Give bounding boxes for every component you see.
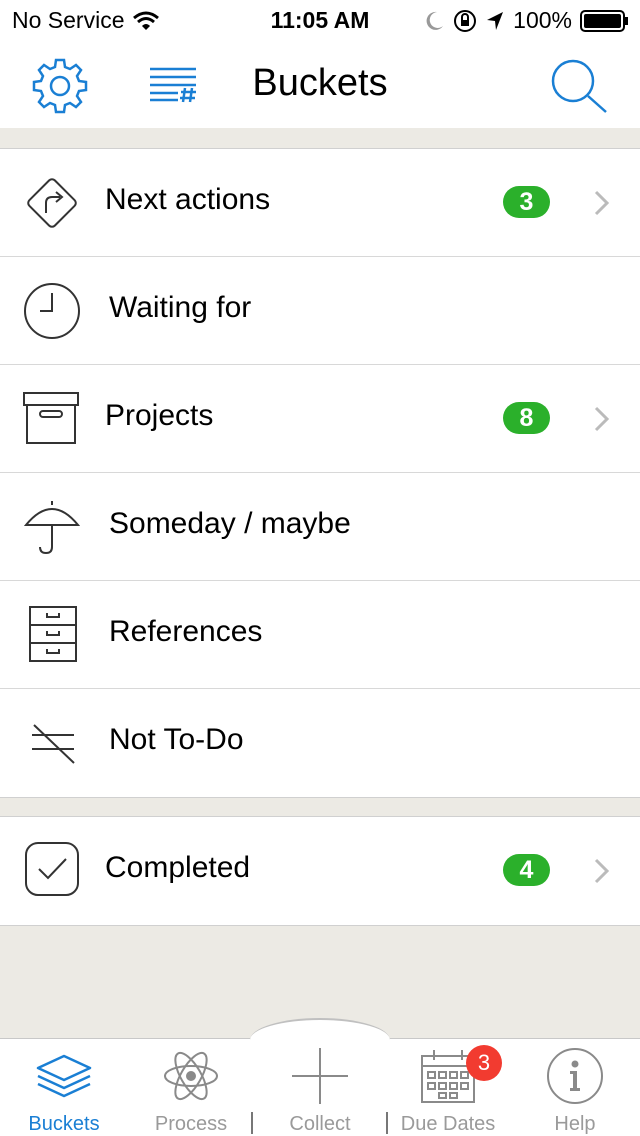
tab-label: Buckets (28, 1113, 100, 1135)
count-badge: 3 (503, 186, 550, 218)
search-button[interactable] (548, 56, 610, 123)
umbrella-icon (23, 501, 81, 555)
tab-collect[interactable]: Collect (256, 1040, 384, 1136)
tab-label: Help (554, 1113, 596, 1135)
bucket-label: Next actions (105, 183, 271, 216)
completed-section: Completed 4 (0, 816, 640, 926)
bucket-row-projects[interactable]: Projects 8 (0, 365, 640, 473)
search-icon (551, 59, 607, 113)
tab-help[interactable]: Help (511, 1040, 639, 1136)
battery-percent: 100% (513, 7, 572, 33)
info-icon (547, 1048, 603, 1104)
strikethrough-list-icon (32, 724, 75, 764)
stack-icon (36, 1054, 92, 1098)
page-title: Buckets (252, 62, 388, 104)
bucket-label: References (109, 615, 263, 648)
checkbox-icon (25, 842, 79, 896)
bucket-label: Waiting for (109, 291, 252, 324)
moon-icon (426, 11, 444, 30)
tab-buckets[interactable]: Buckets (0, 1040, 128, 1136)
due-dates-badge: 3 (466, 1045, 502, 1081)
bucket-label: Projects (105, 399, 214, 432)
count-badge: 8 (503, 402, 550, 434)
bucket-row-someday-maybe[interactable]: Someday / maybe (0, 473, 640, 581)
bucket-label: Someday / maybe (109, 507, 351, 540)
atom-icon (164, 1051, 218, 1101)
bucket-row-references[interactable]: References (0, 581, 640, 689)
tab-label: Process (154, 1113, 228, 1135)
tab-process[interactable]: Process (127, 1040, 255, 1136)
clock-icon (24, 283, 80, 339)
bucket-label: Not To-Do (109, 723, 244, 756)
bucket-row-not-to-do[interactable]: Not To-Do (0, 689, 640, 797)
plus-icon (292, 1048, 348, 1104)
bucket-row-next-actions[interactable]: Next actions 3 (0, 149, 640, 257)
bucket-row-completed[interactable]: Completed 4 (0, 817, 640, 925)
tab-label: Collect (289, 1113, 351, 1135)
file-cabinet-icon (29, 606, 77, 662)
chevron-right-icon (594, 190, 610, 216)
bucket-list: Next actions 3 Waiting for Projects 8 So… (0, 148, 640, 798)
location-icon (487, 11, 504, 30)
chevron-right-icon (594, 406, 610, 432)
bucket-label: Completed (105, 851, 251, 884)
count-badge: 4 (503, 854, 550, 886)
bucket-row-waiting-for[interactable]: Waiting for (0, 257, 640, 365)
turn-right-sign-icon (27, 178, 77, 228)
chevron-right-icon (594, 858, 610, 884)
tab-divider (251, 1112, 253, 1134)
nav-bar: Buckets (0, 40, 640, 128)
rotation-lock-icon (454, 9, 477, 32)
status-bar: No Service 11:05 AM 100% (0, 0, 640, 40)
battery-icon (580, 9, 628, 32)
tab-label: Due Dates (400, 1113, 496, 1135)
status-right: 100% (425, 7, 630, 34)
archive-box-icon (23, 392, 79, 444)
